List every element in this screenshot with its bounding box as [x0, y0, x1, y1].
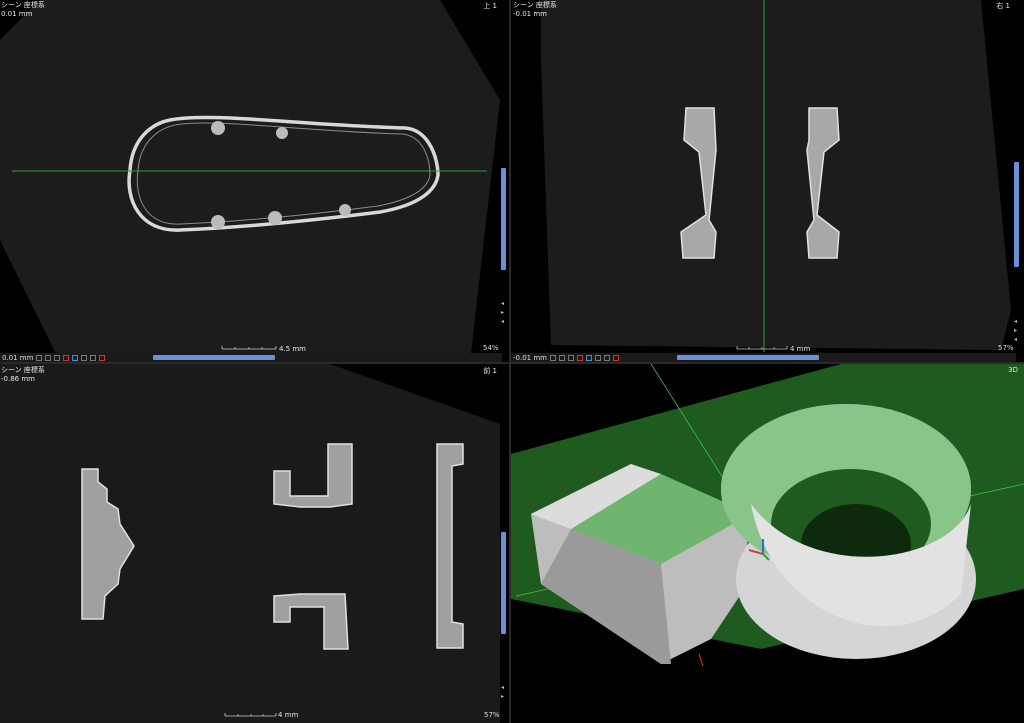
stepper-icon[interactable]	[36, 354, 43, 361]
view-corner-label: 前 1	[483, 367, 497, 375]
view-corner-label: 上 1	[483, 2, 497, 10]
zoom-level: 57%	[484, 711, 500, 719]
slice-offset: -0.86 mm	[1, 375, 35, 383]
vertical-scrollbar[interactable]	[501, 168, 506, 270]
scale-bar-label: 4 mm	[278, 711, 299, 719]
coord-system-label: シーン 座標系	[1, 1, 45, 9]
link-icon[interactable]	[558, 354, 565, 361]
viewport-top[interactable]: シーン 座標系 0.01 mm 上 1 4.5 mm 54% ◂ ▸ ◂ 0.01 …	[0, 0, 509, 362]
scale-bar-label: 4.5 mm	[279, 345, 306, 353]
viewport-front[interactable]: シーン 座標系 -0.86 mm 前 1 4 mm 57% ◂ ▸	[0, 364, 509, 723]
grid-icon[interactable]	[594, 354, 601, 361]
view-corner-label: 右 1	[996, 2, 1010, 10]
volume-render-3d[interactable]	[511, 364, 1024, 723]
tool-icon[interactable]: ▸	[501, 309, 504, 316]
tool-icon[interactable]: ◂	[501, 318, 504, 325]
stepper-icon[interactable]	[549, 354, 556, 361]
vertical-scrollbar[interactable]	[1014, 162, 1019, 267]
zoom-level: 57%	[998, 344, 1014, 352]
tool-icon[interactable]: ▸	[1014, 327, 1017, 334]
settings-icon[interactable]	[612, 354, 619, 361]
coord-system-label: シーン 座標系	[1, 366, 45, 374]
zoom-level: 54%	[483, 344, 499, 352]
scale-bar-label: 4 mm	[790, 345, 811, 353]
settings-icon[interactable]	[99, 354, 106, 361]
color-icon[interactable]	[576, 354, 583, 361]
slice-offset: 0.01 mm	[1, 10, 33, 18]
slice-view-top[interactable]	[0, 0, 509, 362]
check-icon[interactable]	[603, 354, 610, 361]
flip-icon[interactable]	[567, 354, 574, 361]
slice-view-right[interactable]	[511, 0, 1024, 362]
viewport-right[interactable]: シーン 座標系 -0.01 mm 右 1 4 mm 57% ◂ ▸ ◂ -0.01 …	[511, 0, 1024, 362]
horizontal-scrollbar[interactable]	[676, 355, 819, 360]
tool-icon[interactable]: ◂	[501, 300, 504, 307]
color-icon[interactable]	[63, 354, 70, 361]
slice-toolbar: 0.01 mm	[0, 353, 502, 362]
viewport-3d[interactable]: 3D	[511, 364, 1024, 723]
slice-offset: -0.01 mm	[513, 10, 547, 18]
horizontal-scrollbar[interactable]	[153, 355, 276, 360]
axis-icon[interactable]	[72, 354, 79, 361]
slice-toolbar: -0.01 mm	[511, 353, 1016, 362]
side-tools: ◂ ▸ ◂	[1014, 318, 1017, 343]
link-icon[interactable]	[45, 354, 52, 361]
tool-icon[interactable]: ▸	[501, 693, 504, 700]
side-tools: ◂ ▸ ◂	[501, 300, 504, 325]
slice-view-front[interactable]	[0, 364, 509, 723]
vertical-scrollbar[interactable]	[501, 532, 506, 634]
pane-splitter-horizontal[interactable]	[0, 362, 1024, 364]
tool-icon[interactable]: ◂	[1014, 318, 1017, 325]
slice-position-value[interactable]: -0.01 mm	[513, 354, 547, 362]
grid-icon[interactable]	[81, 354, 88, 361]
coord-system-label: シーン 座標系	[513, 1, 557, 9]
tool-icon[interactable]: ◂	[1014, 336, 1017, 343]
check-icon[interactable]	[90, 354, 97, 361]
tool-icon[interactable]: ◂	[501, 684, 504, 691]
slice-position-value[interactable]: 0.01 mm	[2, 354, 33, 362]
flip-icon[interactable]	[54, 354, 61, 361]
side-tools: ◂ ▸	[501, 684, 504, 700]
view-corner-label: 3D	[1008, 366, 1018, 374]
axis-icon[interactable]	[585, 354, 592, 361]
